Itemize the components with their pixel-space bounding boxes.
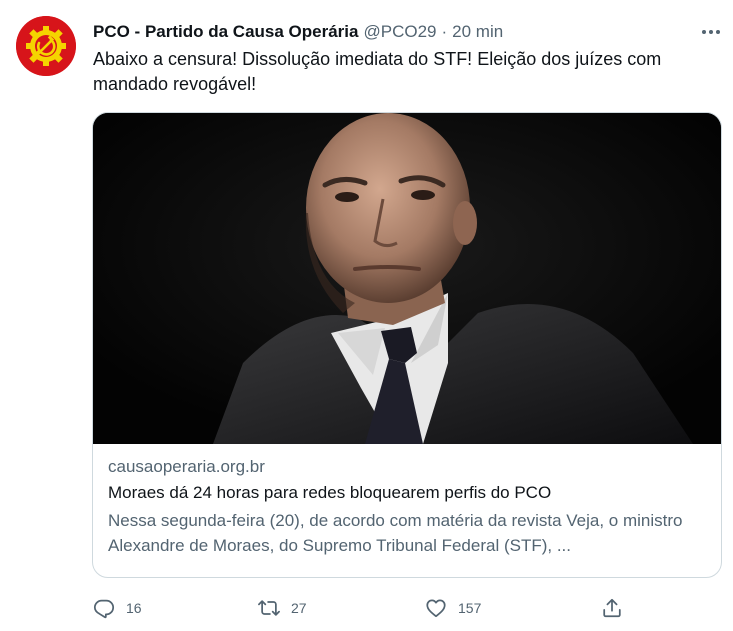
reply-button[interactable]: 16 [90, 594, 142, 622]
retweet-button[interactable]: 27 [255, 594, 307, 622]
like-count: 157 [458, 600, 482, 616]
display-name[interactable]: PCO - Partido da Causa Operária [93, 22, 358, 42]
tweet[interactable]: PCO - Partido da Causa Operária @PCO29 ·… [0, 0, 733, 631]
heart-icon [422, 594, 450, 622]
card-domain: causaoperaria.org.br [108, 457, 265, 476]
avatar[interactable] [16, 16, 76, 76]
handle[interactable]: @PCO29 [363, 22, 436, 42]
tweet-header: PCO - Partido da Causa Operária @PCO29 ·… [93, 20, 503, 44]
link-card[interactable]: causaoperaria.org.br Moraes dá 24 horas … [92, 112, 722, 578]
hammer-sickle-gear-icon [16, 16, 76, 76]
card-title: Moraes dá 24 horas para redes bloquearem… [108, 483, 552, 502]
tweet-text: Abaixo a censura! Dissolução imediata do… [93, 49, 662, 94]
card-image [93, 113, 721, 444]
retweet-icon [255, 594, 283, 622]
retweet-count: 27 [291, 600, 307, 616]
action-bar: 16 27 157 [80, 594, 640, 622]
timestamp[interactable]: 20 min [452, 22, 503, 42]
card-body: causaoperaria.org.br Moraes dá 24 horas … [108, 455, 708, 558]
separator: · [441, 22, 448, 41]
card-description: Nessa segunda-feira (20), de acordo com … [108, 511, 683, 555]
share-button[interactable] [598, 594, 626, 622]
reply-count: 16 [126, 600, 142, 616]
more-icon [702, 30, 720, 34]
portrait-photo [93, 113, 721, 444]
like-button[interactable]: 157 [422, 594, 481, 622]
share-icon [598, 594, 626, 622]
more-options-button[interactable] [697, 20, 725, 44]
reply-icon [90, 594, 118, 622]
